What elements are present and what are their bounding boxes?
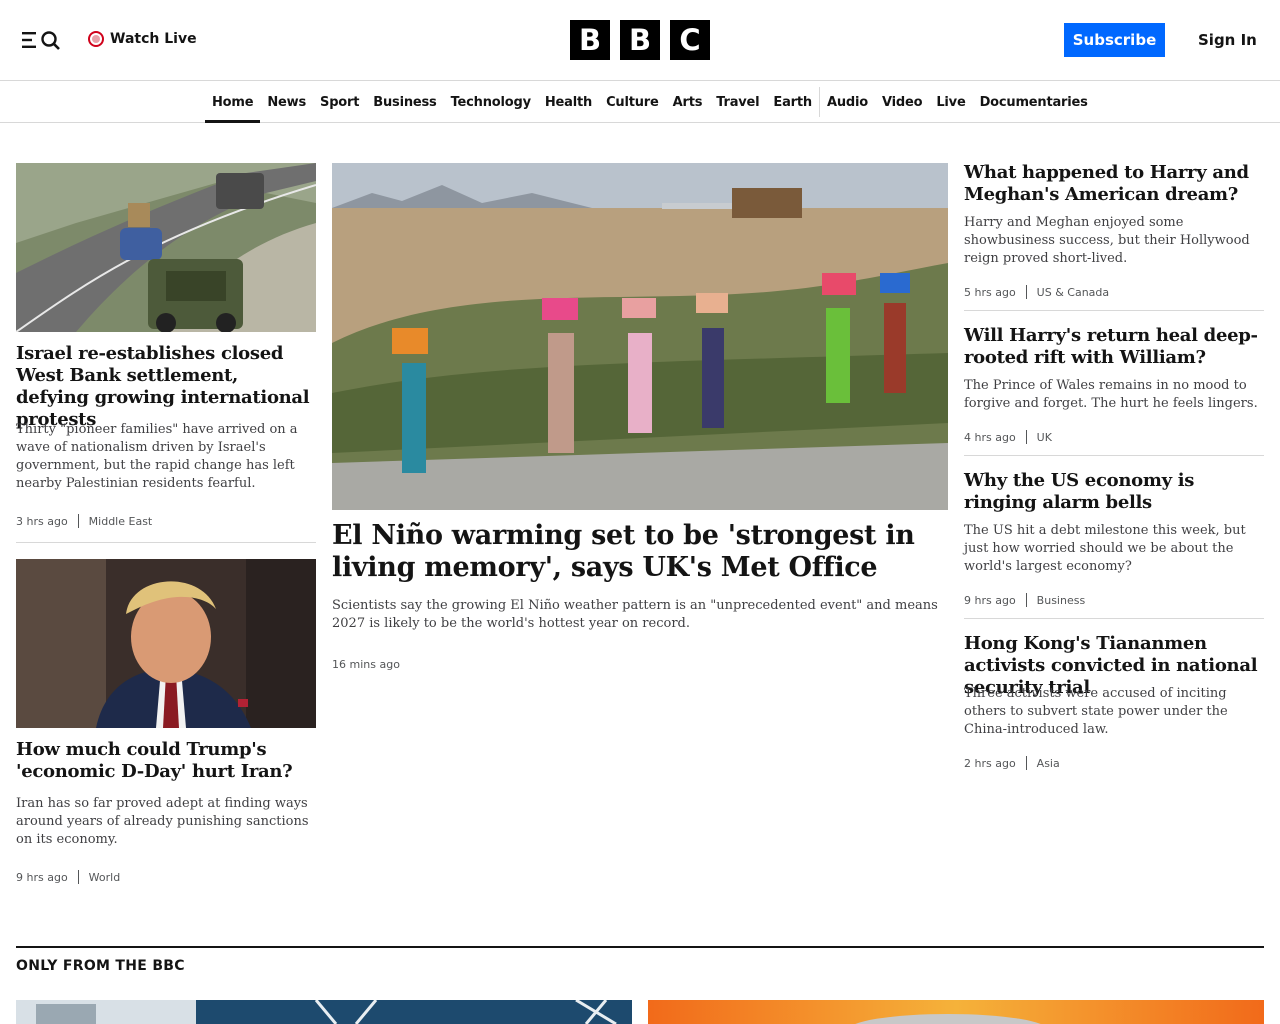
story-timestamp: 5 hrs ago	[964, 285, 1016, 299]
story-tag-link[interactable]: US & Canada	[1037, 286, 1109, 299]
meta-divider	[77, 514, 79, 528]
story-meta: 3 hrs ago Middle East	[16, 514, 152, 528]
menu-search-button[interactable]	[20, 28, 62, 52]
nav-item-video[interactable]: Video	[875, 81, 929, 123]
el-nino-story-image[interactable]	[332, 163, 948, 510]
watch-live-label: Watch Live	[110, 31, 197, 47]
feature-photo	[648, 1000, 1264, 1024]
subscribe-button[interactable]: Subscribe	[1064, 23, 1165, 57]
main-story-headline[interactable]: El Niño warming set to be 'strongest in …	[332, 520, 948, 584]
road-convoy-photo	[16, 163, 316, 332]
nav-item-home[interactable]: Home	[205, 81, 261, 123]
story-meta: 9 hrs ago World	[16, 870, 120, 884]
nav-item-technology[interactable]: Technology	[444, 81, 538, 123]
meta-divider	[1025, 756, 1027, 770]
story-tag-link[interactable]: Asia	[1037, 757, 1060, 770]
story-divider	[16, 542, 316, 543]
meta-divider	[1025, 430, 1027, 444]
story-summary: The US hit a debt milestone this week, b…	[964, 523, 1246, 574]
feature-photo	[16, 1000, 632, 1024]
story-timestamp: 16 mins ago	[332, 658, 400, 671]
nav-item-travel[interactable]: Travel	[709, 81, 766, 123]
story-timestamp: 3 hrs ago	[16, 514, 68, 528]
story-tag-link[interactable]: UK	[1037, 431, 1052, 444]
nav-item-arts[interactable]: Arts	[666, 81, 710, 123]
story-headline[interactable]: What happened to Harry and Meghan's Amer…	[964, 162, 1264, 206]
story-tag-link[interactable]: World	[89, 871, 121, 884]
story-summary: Iran has so far proved adept at finding …	[16, 796, 309, 847]
site-header: Watch Live B B C Subscribe Sign In	[0, 0, 1280, 81]
main-story-summary: Scientists say the growing El Niño weath…	[332, 598, 938, 631]
nav-item-live[interactable]: Live	[929, 81, 972, 123]
story-divider	[964, 310, 1264, 311]
story-headline[interactable]: Will Harry's return heal deep-rooted rif…	[964, 325, 1264, 369]
story-meta: 9 hrs ago Business	[964, 593, 1085, 607]
story-meta: 5 hrs ago US & Canada	[964, 285, 1109, 299]
nav-item-business[interactable]: Business	[366, 81, 443, 123]
story-timestamp: 9 hrs ago	[16, 870, 68, 884]
story-headline[interactable]: Israel re-establishes closed West Bank s…	[16, 343, 316, 431]
sign-in-link[interactable]: Sign In	[1190, 23, 1265, 57]
bbc-logo[interactable]: B B C	[570, 20, 710, 60]
logo-letter: C	[670, 20, 710, 60]
section-story-image[interactable]	[648, 1000, 1264, 1024]
story-summary: Harry and Meghan enjoyed some showbusine…	[964, 215, 1250, 266]
nav-item-earth[interactable]: Earth	[766, 81, 819, 123]
story-timestamp: 4 hrs ago	[964, 430, 1016, 444]
dry-field-photo	[332, 163, 948, 510]
live-indicator-icon	[88, 31, 104, 47]
main-nav: Home News Sport Business Technology Heal…	[0, 81, 1280, 123]
story-timestamp: 9 hrs ago	[964, 593, 1016, 607]
story-meta: 4 hrs ago UK	[964, 430, 1052, 444]
logo-letter: B	[570, 20, 610, 60]
meta-divider	[1025, 285, 1027, 299]
logo-letter: B	[620, 20, 660, 60]
main-story-meta: 16 mins ago	[332, 658, 400, 671]
watch-live-link[interactable]: Watch Live	[88, 29, 197, 49]
story-summary: Thirty "pioneer families" have arrived o…	[16, 422, 298, 491]
story-summary: The Prince of Wales remains in no mood t…	[964, 378, 1258, 411]
trump-story-image[interactable]	[16, 559, 316, 728]
nav-item-documentaries[interactable]: Documentaries	[973, 81, 1095, 123]
story-headline[interactable]: Why the US economy is ringing alarm bell…	[964, 470, 1264, 514]
nav-item-sport[interactable]: Sport	[313, 81, 366, 123]
section-title: ONLY FROM THE BBC	[16, 958, 185, 974]
nav-item-health[interactable]: Health	[538, 81, 599, 123]
section-rule	[16, 946, 1264, 948]
story-meta: 2 hrs ago Asia	[964, 756, 1060, 770]
menu-search-icon	[22, 31, 60, 50]
meta-divider	[1025, 593, 1027, 607]
meta-divider	[77, 870, 79, 884]
story-headline[interactable]: How much could Trump's 'economic D-Day' …	[16, 739, 316, 783]
west-bank-story-image[interactable]	[16, 163, 316, 332]
portrait-photo	[16, 559, 316, 728]
section-story-image[interactable]	[16, 1000, 632, 1024]
story-timestamp: 2 hrs ago	[964, 756, 1016, 770]
nav-item-audio[interactable]: Audio	[820, 81, 875, 123]
story-divider	[964, 455, 1264, 456]
story-tag-link[interactable]: Middle East	[89, 515, 153, 528]
nav-item-news[interactable]: News	[260, 81, 313, 123]
story-divider	[964, 618, 1264, 619]
story-summary: Three activists were accused of inciting…	[964, 686, 1228, 737]
nav-item-culture[interactable]: Culture	[599, 81, 666, 123]
story-tag-link[interactable]: Business	[1037, 594, 1086, 607]
